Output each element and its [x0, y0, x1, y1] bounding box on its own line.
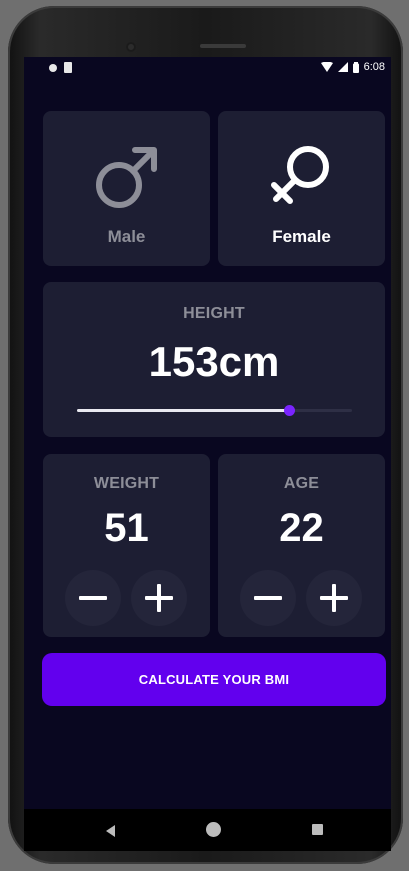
- recents-icon[interactable]: [312, 824, 323, 835]
- age-decrement-button[interactable]: [240, 570, 296, 626]
- battery-icon: [352, 61, 359, 73]
- weight-label: WEIGHT: [93, 475, 160, 492]
- height-value: 153cm: [148, 338, 280, 385]
- plus-icon: [332, 584, 336, 612]
- male-card[interactable]: Male: [43, 111, 210, 266]
- weight-value: 51: [104, 506, 149, 550]
- app-screen: 6:08 Male Female HEIGHT 153cm WEIGHT 51: [24, 57, 391, 810]
- status-bar: 6:08: [24, 57, 391, 81]
- status-time: 6:08: [363, 61, 385, 73]
- age-value: 22: [279, 506, 324, 550]
- signal-icon: [337, 62, 348, 72]
- age-increment-button[interactable]: [306, 570, 362, 626]
- height-slider-thumb[interactable]: [283, 405, 295, 416]
- wifi-icon: [320, 62, 333, 72]
- minus-icon: [79, 596, 107, 600]
- calculate-bmi-button[interactable]: CALCULATE YOUR BMI: [42, 653, 386, 706]
- age-label: AGE: [283, 475, 320, 492]
- female-card[interactable]: Female: [218, 111, 385, 266]
- height-slider-fill: [77, 409, 289, 412]
- front-camera: [126, 42, 136, 52]
- status-right: 6:08: [320, 61, 385, 73]
- female-label: Female: [272, 227, 331, 246]
- height-card: HEIGHT 153cm: [43, 282, 385, 437]
- earpiece-speaker: [200, 44, 246, 48]
- sd-card-icon: [64, 62, 72, 73]
- weight-decrement-button[interactable]: [65, 570, 121, 626]
- height-slider[interactable]: [77, 405, 352, 416]
- plus-icon: [157, 584, 161, 612]
- navigation-bar: [24, 809, 391, 851]
- notification-dot-icon: [49, 64, 57, 72]
- age-card: AGE 22: [218, 454, 385, 637]
- female-symbol-icon: [270, 146, 329, 204]
- height-label: HEIGHT: [183, 305, 245, 322]
- male-symbol-icon: [95, 147, 157, 208]
- male-label: Male: [107, 227, 146, 246]
- minus-icon: [254, 596, 282, 600]
- home-icon[interactable]: [206, 822, 221, 837]
- weight-increment-button[interactable]: [131, 570, 187, 626]
- weight-card: WEIGHT 51: [43, 454, 210, 637]
- back-icon[interactable]: [106, 825, 116, 837]
